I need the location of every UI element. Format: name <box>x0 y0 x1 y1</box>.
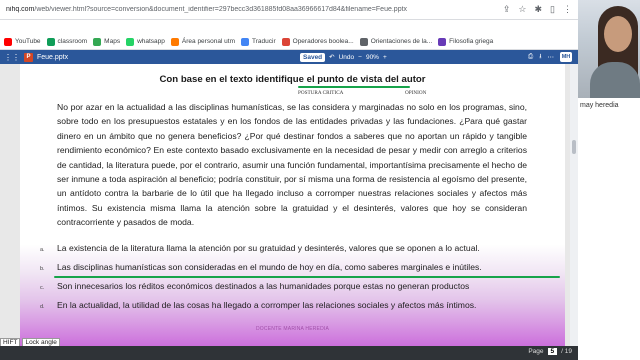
option-letter: c. <box>40 285 45 291</box>
presentation-toolbar: ⋮⋮ P Feue.pptx Saved ↶ Undo − 90% + ⎙ ⭳ … <box>0 50 578 64</box>
bookmark-favicon-icon <box>359 37 368 46</box>
option-letter: a. <box>40 247 45 253</box>
zoom-level[interactable]: 90% <box>366 54 379 61</box>
bookmark-label: YouTube <box>15 38 41 45</box>
share-icon[interactable]: ⇪ <box>503 5 511 14</box>
bookmark-favicon-icon <box>4 37 12 46</box>
bookmark-label: Filosofia griega <box>449 38 494 45</box>
tab-strip <box>0 20 578 34</box>
powerpoint-icon: P <box>24 52 33 62</box>
url-path: /web/viewer.html?source=conversion&docum… <box>34 6 408 13</box>
bookmark-label: Operadores boolea... <box>292 38 354 45</box>
scrollbar-thumb[interactable] <box>572 140 576 154</box>
bookmark-star-icon[interactable]: ☆ <box>518 5 526 14</box>
file-name[interactable]: Feue.pptx <box>37 54 68 61</box>
webcam-video <box>578 0 640 98</box>
label-opinion: OPINION <box>405 90 427 96</box>
bookmark-item[interactable]: Maps <box>93 37 121 46</box>
bookmark-item[interactable]: Área personal utm <box>170 37 236 46</box>
bookmark-favicon-icon <box>126 37 135 46</box>
page-number-input[interactable]: 5 <box>547 348 558 355</box>
answer-option: d. En la actualidad, la utilidad de las c… <box>40 300 540 319</box>
page-total: / 19 <box>561 348 572 355</box>
menu-icon[interactable]: ⋮ <box>563 5 572 14</box>
bookmark-item[interactable]: Operadores boolea... <box>281 37 354 46</box>
slide-paragraph: No por azar en la actualidad a las disci… <box>57 102 527 228</box>
slide-title: Con base en el texto identifique el punt… <box>159 74 426 85</box>
page-label: Page <box>528 348 544 355</box>
bookmark-item[interactable]: classroom <box>46 37 88 46</box>
bookmark-favicon-icon <box>438 37 447 46</box>
download-icon[interactable]: ⭳ <box>539 52 541 63</box>
option-letter: b. <box>40 266 45 272</box>
bookmarks-bar: YouTube classroom Maps whatsapp Área persona… <box>0 34 578 50</box>
option-letter: d. <box>40 304 45 310</box>
webcam-person-body <box>590 62 640 98</box>
undo-icon[interactable]: ↶ <box>329 53 334 61</box>
vertical-scrollbar[interactable] <box>570 64 578 346</box>
sidebar-icon[interactable]: ▯ <box>550 5 555 14</box>
title-annotation-underline <box>298 86 410 88</box>
extensions-icon[interactable]: ✱ <box>535 5 543 14</box>
user-avatar[interactable]: MH <box>560 52 572 62</box>
bookmark-favicon-icon <box>46 37 55 46</box>
answer-options: a. La existencia de la literatura llama l… <box>40 243 560 319</box>
webcam-panel: may heredia <box>578 0 640 360</box>
bookmark-label: Área personal utm <box>181 38 236 45</box>
bookmark-item[interactable]: Filosofia griega <box>438 37 494 46</box>
bookmark-favicon-icon <box>241 37 250 46</box>
bookmark-item[interactable]: Orientaciones de la... <box>359 37 433 46</box>
bookmark-label: whatsapp <box>137 38 165 45</box>
undo-button[interactable]: Undo <box>339 54 355 61</box>
plus-zoom-icon[interactable]: + <box>383 54 387 61</box>
bookmark-label: Traducir <box>252 38 276 45</box>
answer-option: c. Son innecesarios los réditos económico… <box>40 281 540 300</box>
option-text: Las disciplinas humanísticas son conside… <box>57 262 482 272</box>
bookmark-label: Maps <box>104 38 121 45</box>
option-text: Son innecesarios los réditos económicos … <box>57 281 470 291</box>
address-bar[interactable]: nihq.com/web/viewer.html?source=conversi… <box>0 0 578 20</box>
bookmark-item[interactable]: YouTube <box>4 37 41 46</box>
bookmark-label: Orientaciones de la... <box>370 38 433 45</box>
more-icon[interactable]: ⋯ <box>548 53 555 61</box>
minus-zoom-icon[interactable]: − <box>358 54 362 61</box>
teacher-watermark: DOCENTE MARINA HEREDIA <box>255 326 330 332</box>
webcam-person-face <box>604 16 632 52</box>
slide-canvas[interactable]: Con base en el texto identifique el punt… <box>0 64 570 346</box>
label-postura-critica: POSTURA CRITICA <box>298 90 344 96</box>
bookmark-item[interactable]: Traducir <box>241 37 276 46</box>
print-icon[interactable]: ⎙ <box>528 53 533 61</box>
app-launcher-icon[interactable]: ⋮⋮ <box>4 53 20 62</box>
slide[interactable]: Con base en el texto identifique el punt… <box>20 64 565 346</box>
url-host: nihq.com <box>6 6 35 13</box>
bookmark-label: classroom <box>57 38 88 45</box>
option-text: En la actualidad, la utilidad de las cos… <box>57 300 477 310</box>
participant-name: may heredia <box>580 102 619 109</box>
bookmark-favicon-icon <box>170 37 179 46</box>
option-text: La existencia de la literatura llama la … <box>57 243 480 253</box>
bookmark-item[interactable]: whatsapp <box>126 37 165 46</box>
saved-status: Saved <box>300 52 326 62</box>
bookmark-favicon-icon <box>281 37 290 46</box>
bookmark-favicon-icon <box>93 37 102 46</box>
answer-option: b. Las disciplinas humanísticas son consi… <box>40 262 560 281</box>
status-bar: Page 5 / 19 <box>0 346 578 360</box>
answer-option: a. La existencia de la literatura llama l… <box>40 243 540 262</box>
url-text[interactable]: nihq.com/web/viewer.html?source=conversi… <box>6 6 499 13</box>
